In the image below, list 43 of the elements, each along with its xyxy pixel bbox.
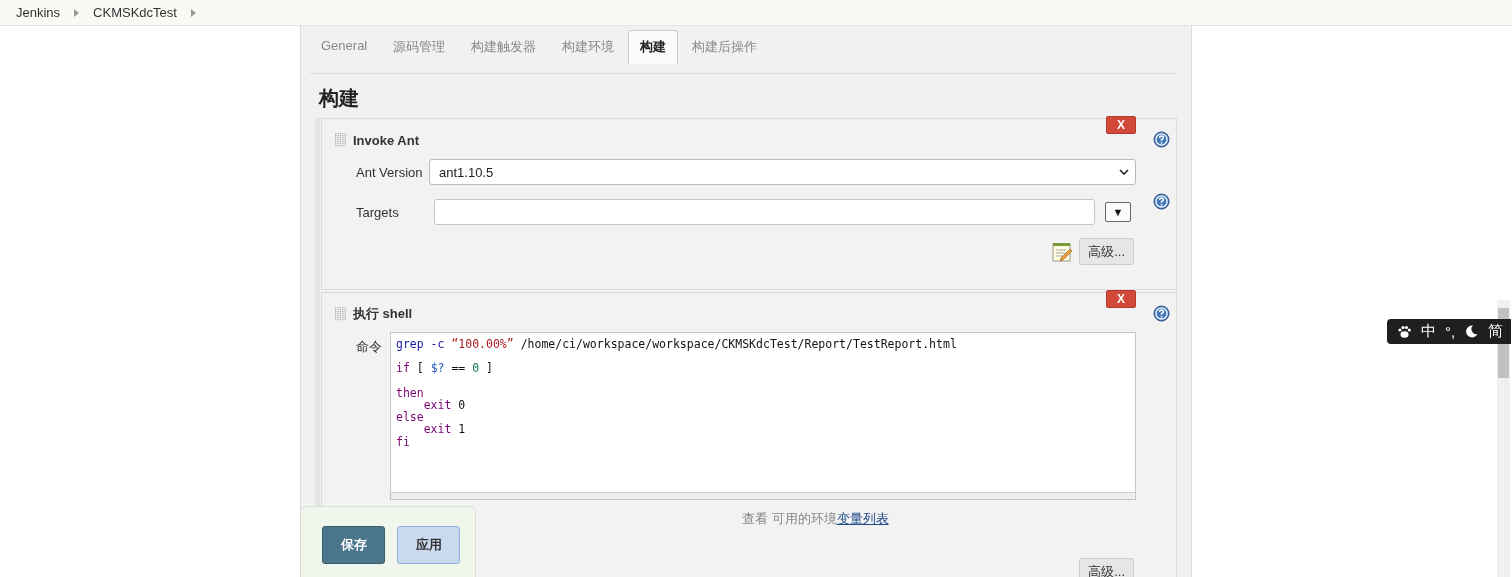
step-title: 执行 shell [353,305,413,323]
advanced-button[interactable]: 高级... [1079,558,1134,577]
notepad-icon[interactable] [1051,240,1074,263]
targets-field[interactable] [434,199,1095,225]
help-icon[interactable] [1153,305,1170,322]
help-text: 查看 可用的环境 [742,511,837,526]
help-icon[interactable] [1153,131,1170,148]
delete-button[interactable]: X [1106,116,1136,134]
dropdown-button[interactable]: ▼ [1105,202,1131,222]
ime-label[interactable]: 中 [1421,322,1436,341]
ime-label[interactable]: °, [1445,323,1456,340]
command-label: 命令 [356,338,383,356]
breadcrumb-arrow-icon [74,8,80,17]
advanced-button[interactable]: 高级... [1079,238,1134,265]
tab[interactable]: 构建 [628,30,679,64]
help-icon[interactable] [1153,193,1170,210]
code-line: fi [396,434,410,449]
code-line: else [396,410,424,425]
code-line: if [ $? == 0 ] [396,361,493,376]
resize-handle[interactable] [391,492,1135,499]
version-select[interactable]: ant1.10.5 [429,159,1136,185]
ime-label[interactable]: 简 [1488,322,1504,341]
save-button[interactable]: 保存 [322,526,385,564]
step-title: Invoke Ant [353,132,419,148]
command-textarea[interactable]: grep -c “100.00%” /home/ci/workspace/workspace/CKMSKdcTest/Report/TestReport.html if [ $? == 0 ] then exit 0 else exit 1 fi [390,332,1136,500]
drag-handle-icon[interactable] [335,307,347,321]
code-line: exit 1 [423,422,466,437]
breadcrumb-link[interactable]: CKMSKdcTest [93,5,177,20]
field-label: Targets [356,204,400,220]
code-line: then [396,385,424,400]
code-line: exit 0 [423,397,466,412]
moon-icon[interactable] [1464,324,1480,339]
breadcrumb-link[interactable]: Jenkins [16,5,61,20]
code-line: grep -c “100.00%” /home/ci/workspace/workspace/CKMSKdcTest/Report/TestReport.html [396,337,957,351]
section-title: 构建 [319,86,360,111]
delete-button[interactable]: X [1106,290,1136,308]
apply-button[interactable]: 应用 [397,526,460,564]
drag-handle-icon[interactable] [335,133,347,147]
breadcrumb-arrow-icon [190,8,196,17]
paw-icon[interactable] [1397,324,1412,339]
variables-link[interactable]: 变量列表 [836,511,889,526]
field-label: Ant Version [356,164,424,180]
chevron-down-icon [1119,169,1129,175]
